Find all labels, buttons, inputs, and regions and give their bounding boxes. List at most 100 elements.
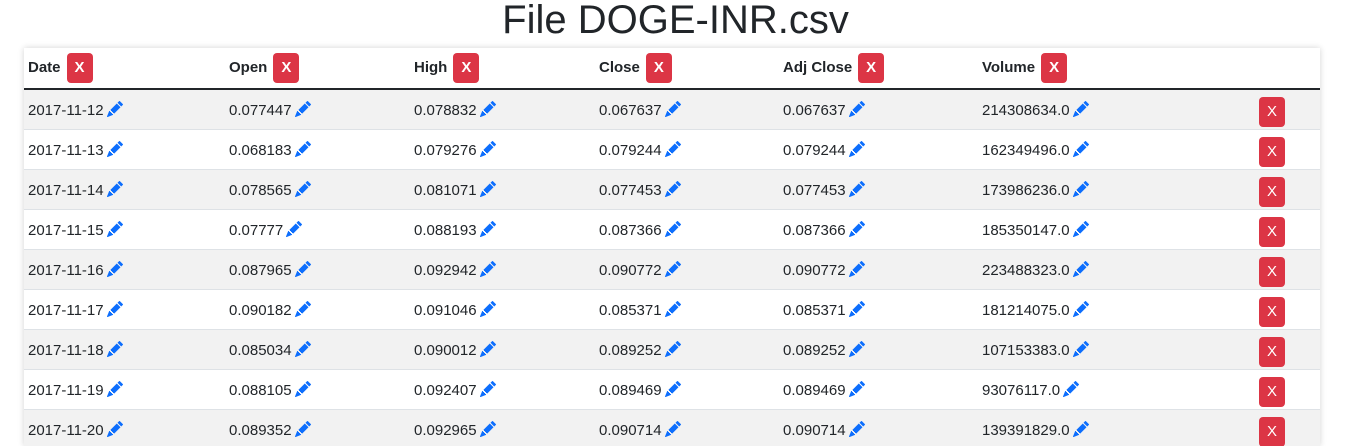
table-cell: 185350147.0 — [978, 209, 1253, 250]
pencil-icon[interactable] — [479, 300, 496, 317]
pencil-icon[interactable] — [1072, 300, 1089, 317]
pencil-icon[interactable] — [848, 420, 865, 437]
pencil-icon[interactable] — [106, 380, 123, 397]
cell-value: 0.090772 — [783, 261, 846, 279]
pencil-icon[interactable] — [106, 140, 123, 157]
table-row: 2017-11-17 0.090182 0.091046 0.085371 0.0853… — [24, 289, 1320, 330]
column-header: Close X — [595, 48, 779, 90]
pencil-icon[interactable] — [1072, 420, 1089, 437]
delete-row-button[interactable]: X — [1259, 416, 1285, 446]
cell-value: 2017-11-18 — [28, 341, 104, 359]
pencil-icon[interactable] — [479, 100, 496, 117]
pencil-icon[interactable] — [1072, 340, 1089, 357]
table-cell: 0.088105 — [225, 369, 410, 410]
table-cell: 0.077453 — [595, 169, 779, 210]
pencil-icon[interactable] — [1072, 140, 1089, 157]
pencil-icon[interactable] — [664, 180, 681, 197]
pencil-icon[interactable] — [106, 260, 123, 277]
pencil-icon[interactable] — [848, 140, 865, 157]
delete-column-button[interactable]: X — [1041, 53, 1068, 83]
delete-row-button[interactable]: X — [1259, 376, 1285, 407]
pencil-icon[interactable] — [664, 380, 681, 397]
pencil-icon[interactable] — [106, 420, 123, 437]
table-cell: 2017-11-20 — [24, 409, 225, 446]
pencil-icon[interactable] — [1072, 180, 1089, 197]
pencil-icon[interactable] — [479, 180, 496, 197]
pencil-icon[interactable] — [106, 340, 123, 357]
delete-row-button[interactable]: X — [1259, 256, 1285, 287]
pencil-icon[interactable] — [1072, 100, 1089, 117]
table-cell: 173986236.0 — [978, 169, 1253, 210]
cell-value: 0.092965 — [414, 421, 477, 439]
pencil-icon[interactable] — [664, 220, 681, 237]
table-cell: 0.085371 — [779, 289, 978, 330]
cell-value: 2017-11-15 — [28, 221, 104, 239]
table-header-row: Date X Open X High X Close X Adj Close X Volume X — [24, 48, 1320, 90]
delete-column-button[interactable]: X — [645, 53, 672, 83]
table-row: 2017-11-19 0.088105 0.092407 0.089469 0.0894… — [24, 369, 1320, 410]
delete-column-button[interactable]: X — [858, 53, 885, 83]
pencil-icon[interactable] — [294, 140, 311, 157]
pencil-icon[interactable] — [848, 380, 865, 397]
pencil-icon[interactable] — [479, 260, 496, 277]
delete-column-button[interactable]: X — [453, 53, 480, 83]
row-actions-cell: X — [1253, 369, 1320, 410]
pencil-icon[interactable] — [294, 300, 311, 317]
pencil-icon[interactable] — [848, 100, 865, 117]
delete-row-button[interactable]: X — [1259, 216, 1285, 247]
pencil-icon[interactable] — [1063, 380, 1080, 397]
delete-row-button[interactable]: X — [1259, 296, 1285, 327]
pencil-icon[interactable] — [848, 260, 865, 277]
pencil-icon[interactable] — [479, 340, 496, 357]
pencil-icon[interactable] — [294, 180, 311, 197]
pencil-icon[interactable] — [106, 220, 123, 237]
cell-value: 0.085034 — [229, 341, 292, 359]
pencil-icon[interactable] — [294, 380, 311, 397]
pencil-icon[interactable] — [664, 100, 681, 117]
pencil-icon[interactable] — [479, 220, 496, 237]
cell-value: 0.092942 — [414, 261, 477, 279]
table-cell: 0.081071 — [410, 169, 595, 210]
delete-row-button[interactable]: X — [1259, 96, 1285, 127]
pencil-icon[interactable] — [294, 260, 311, 277]
pencil-icon[interactable] — [664, 420, 681, 437]
pencil-icon[interactable] — [479, 140, 496, 157]
table-cell: 0.090772 — [779, 249, 978, 290]
cell-value: 0.077447 — [229, 101, 292, 119]
pencil-icon[interactable] — [848, 340, 865, 357]
pencil-icon[interactable] — [106, 100, 123, 117]
pencil-icon[interactable] — [664, 300, 681, 317]
pencil-icon[interactable] — [664, 140, 681, 157]
pencil-icon[interactable] — [1072, 260, 1089, 277]
pencil-icon[interactable] — [848, 180, 865, 197]
pencil-icon[interactable] — [294, 420, 311, 437]
pencil-icon[interactable] — [294, 100, 311, 117]
pencil-icon[interactable] — [286, 220, 303, 237]
table-cell: 0.089469 — [595, 369, 779, 410]
cell-value: 0.089469 — [783, 381, 846, 399]
pencil-icon[interactable] — [1072, 220, 1089, 237]
pencil-icon[interactable] — [664, 340, 681, 357]
cell-value: 0.087366 — [783, 221, 846, 239]
table-cell: 2017-11-14 — [24, 169, 225, 210]
pencil-icon[interactable] — [664, 260, 681, 277]
delete-row-button[interactable]: X — [1259, 136, 1285, 167]
table-row: 2017-11-13 0.068183 0.079276 0.079244 0.0792… — [24, 129, 1320, 170]
pencil-icon[interactable] — [479, 420, 496, 437]
table-cell: 0.078832 — [410, 89, 595, 130]
column-header: Volume X — [978, 48, 1253, 90]
pencil-icon[interactable] — [294, 340, 311, 357]
delete-row-button[interactable]: X — [1259, 176, 1285, 207]
cell-value: 185350147.0 — [982, 221, 1070, 239]
pencil-icon[interactable] — [106, 300, 123, 317]
pencil-icon[interactable] — [848, 300, 865, 317]
delete-column-button[interactable]: X — [66, 53, 93, 83]
table-cell: 0.087965 — [225, 249, 410, 290]
row-actions-cell: X — [1253, 209, 1320, 250]
pencil-icon[interactable] — [848, 220, 865, 237]
cell-value: 0.088193 — [414, 221, 477, 239]
delete-column-button[interactable]: X — [273, 53, 300, 83]
delete-row-button[interactable]: X — [1259, 336, 1285, 367]
pencil-icon[interactable] — [106, 180, 123, 197]
pencil-icon[interactable] — [479, 380, 496, 397]
